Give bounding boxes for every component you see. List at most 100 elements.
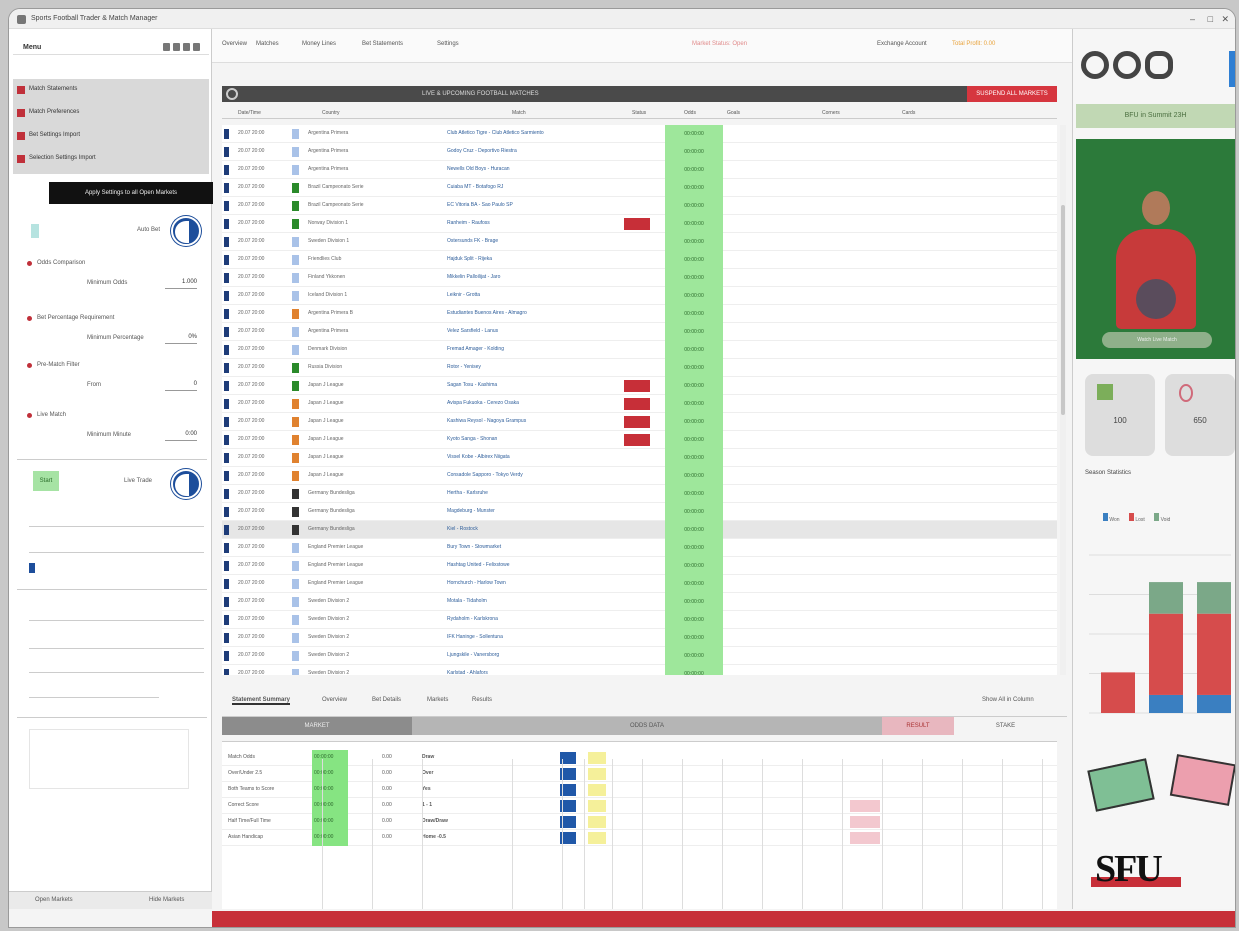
col-odds[interactable]: Odds: [684, 110, 696, 116]
col-goals[interactable]: Goals: [727, 110, 740, 116]
tab-bet-statements[interactable]: Bet Statements: [362, 41, 403, 47]
row-match[interactable]: Mikkelin Palloilijat - Jaro: [447, 274, 500, 280]
statement-row[interactable]: Match Odds 00:00:00 0.00 Draw: [222, 750, 1057, 766]
table-row[interactable]: 20.07 20:00 Argentina Primera Club Atletic…: [222, 125, 1057, 143]
row-match[interactable]: Bury Town - Stowmarket: [447, 544, 501, 550]
side-tab[interactable]: [1229, 51, 1235, 87]
col-match[interactable]: Match: [512, 110, 526, 116]
table-row[interactable]: 20.07 20:00 Argentina Primera Newells Old …: [222, 161, 1057, 179]
menu-item-selection-settings[interactable]: Selection Settings Import: [17, 152, 205, 166]
mode-dropdown[interactable]: [29, 539, 204, 553]
apply-settings-button[interactable]: Apply Settings to all Open Markets: [49, 182, 213, 204]
statement-row[interactable]: Correct Score 00:00:00 0.00 1 - 1: [222, 798, 1057, 814]
tab-statement-summary[interactable]: Statement Summary: [232, 697, 291, 705]
menu-item-match-statements[interactable]: Match Statements: [17, 83, 205, 97]
scroll-thumb[interactable]: [1061, 205, 1065, 415]
tab-bet-details[interactable]: Bet Details: [372, 697, 401, 703]
col-status[interactable]: Status: [632, 110, 646, 116]
tab-money-lines[interactable]: Money Lines: [302, 41, 336, 47]
table-row[interactable]: 20.07 20:00 Finland Ykkonen Mikkelin Pallo…: [222, 269, 1057, 287]
table-row[interactable]: 20.07 20:00 Japan J League Sagan Tosu - Ka…: [222, 377, 1057, 395]
row-match[interactable]: Rydaholm - Karlskrona: [447, 616, 498, 622]
row-match[interactable]: Club Atletico Tigre - Club Atletico Sarm…: [447, 130, 544, 136]
tab-results[interactable]: Results: [472, 697, 492, 703]
row-match[interactable]: Hornchurch - Harlow Town: [447, 580, 506, 586]
table-row[interactable]: 20.07 20:00 Sweden Division 2 Karlstad - A…: [222, 665, 1057, 675]
ticket-icon-pink[interactable]: [1169, 754, 1235, 806]
stat-card-1[interactable]: 100: [1085, 374, 1155, 456]
ticket-icon-green[interactable]: [1087, 758, 1155, 812]
grid-scrollbar[interactable]: [1060, 125, 1066, 675]
col-country[interactable]: Country: [322, 110, 340, 116]
list-icon[interactable]: [173, 43, 180, 51]
table-row[interactable]: 20.07 20:00 Norway Division 1 Ranheim - Ra…: [222, 215, 1057, 233]
odds-range-row[interactable]: [29, 635, 204, 649]
min-minute-input[interactable]: 0:00: [165, 431, 197, 441]
table-row[interactable]: 20.07 20:00 Japan J League Kashiwa Reysol …: [222, 413, 1057, 431]
score-row[interactable]: [29, 684, 159, 698]
row-match[interactable]: Cuiaba MT - Botafogo RJ: [447, 184, 503, 190]
row-match[interactable]: Kashiwa Reysol - Nagoya Grampus: [447, 418, 526, 424]
table-row[interactable]: 20.07 20:00 Argentina Primera Velez Sarsfi…: [222, 323, 1057, 341]
row-match[interactable]: EC Vitoria BA - Sao Paulo SP: [447, 202, 513, 208]
row-match[interactable]: Avispa Fukuoka - Cerezo Osaka: [447, 400, 519, 406]
selection-list[interactable]: [29, 729, 189, 789]
open-markets-button[interactable]: Open Markets: [35, 897, 73, 903]
grid-icon[interactable]: [163, 43, 170, 51]
table-row[interactable]: 20.07 20:00 Sweden Division 2 Rydaholm - K…: [222, 611, 1057, 629]
table-row[interactable]: 20.07 20:00 Germany Bundesliga Hertha - Ka…: [222, 485, 1057, 503]
table-row[interactable]: 20.07 20:00 England Premier League Hashtag…: [222, 557, 1057, 575]
menu-item-match-preferences[interactable]: Match Preferences: [17, 106, 205, 120]
table-row[interactable]: 20.07 20:00 Germany Bundesliga Kiel - Rost…: [222, 521, 1057, 539]
tab-settings[interactable]: Settings: [437, 41, 459, 47]
statement-row[interactable]: Asian Handicap 00:00:00 0.00 Home -0.5: [222, 830, 1057, 846]
menu-item-bet-settings[interactable]: Bet Settings Import: [17, 129, 205, 143]
tab-overview[interactable]: Overview: [222, 41, 247, 47]
row-match[interactable]: Ljungskile - Vanersborg: [447, 652, 499, 658]
stat-card-2[interactable]: 650: [1165, 374, 1235, 456]
show-all-columns[interactable]: Show All in Column: [982, 697, 1034, 703]
table-row[interactable]: 20.07 20:00 Sweden Division 1 Ostersunds F…: [222, 233, 1057, 251]
live-trade-toggle[interactable]: [171, 469, 201, 499]
prematch-from-input[interactable]: 0: [165, 381, 197, 391]
table-row[interactable]: 20.07 20:00 Brazil Campeonato Serie EC Vit…: [222, 197, 1057, 215]
table-row[interactable]: 20.07 20:00 Germany Bundesliga Magdeburg -…: [222, 503, 1057, 521]
volume-range-row[interactable]: [29, 659, 204, 673]
table-row[interactable]: 20.07 20:00 Sweden Division 2 IFK Haninge …: [222, 629, 1057, 647]
table-row[interactable]: 20.07 20:00 Friendlies Club Hajduk Split -…: [222, 251, 1057, 269]
time-range-row[interactable]: [29, 607, 204, 621]
row-match[interactable]: Consadole Sapporo - Tokyo Verdy: [447, 472, 523, 478]
print-icon[interactable]: [1145, 51, 1173, 79]
col-corners[interactable]: Corners: [822, 110, 840, 116]
start-button[interactable]: Start: [33, 471, 59, 491]
row-match[interactable]: Fremad Amager - Kolding: [447, 346, 504, 352]
row-match[interactable]: Karlstad - Ahlafors: [447, 670, 488, 675]
hide-markets-button[interactable]: Hide Markets: [149, 897, 184, 903]
table-row[interactable]: 20.07 20:00 Japan J League Consadole Sappo…: [222, 467, 1057, 485]
refresh-icon[interactable]: [226, 88, 238, 100]
row-match[interactable]: Sagan Tosu - Kashima: [447, 382, 497, 388]
table-row[interactable]: 20.07 20:00 Russia Division Rotor - Yenise…: [222, 359, 1057, 377]
row-match[interactable]: Magdeburg - Munster: [447, 508, 495, 514]
row-match[interactable]: Leiknir - Grotta: [447, 292, 480, 298]
stake-dropdown[interactable]: [29, 513, 204, 527]
table-row[interactable]: 20.07 20:00 Iceland Division 1 Leiknir - G…: [222, 287, 1057, 305]
row-match[interactable]: Newells Old Boys - Huracan: [447, 166, 510, 172]
minimize-icon[interactable]: –: [1190, 14, 1195, 24]
lock-icon[interactable]: [193, 43, 200, 51]
row-match[interactable]: Estudiantes Buenos Aires - Almagro: [447, 310, 527, 316]
table-row[interactable]: 20.07 20:00 Sweden Division 2 Ljungskile -…: [222, 647, 1057, 665]
min-percentage-input[interactable]: 0%: [165, 334, 197, 344]
row-match[interactable]: Motala - Tidaholm: [447, 598, 487, 604]
promo-banner[interactable]: BFU in Summit 23H: [1076, 104, 1235, 128]
row-match[interactable]: Hashtag United - Felixstowe: [447, 562, 510, 568]
circle-icon[interactable]: [1081, 51, 1109, 79]
row-match[interactable]: Hertha - Karlsruhe: [447, 490, 488, 496]
tab-bottom-overview[interactable]: Overview: [322, 697, 347, 703]
table-row[interactable]: 20.07 20:00 Japan J League Kyoto Sanga - S…: [222, 431, 1057, 449]
statement-row[interactable]: Over/Under 2.5 00:00:00 0.00 Over: [222, 766, 1057, 782]
row-match[interactable]: Velez Sarsfield - Lanus: [447, 328, 498, 334]
col-cards[interactable]: Cards: [902, 110, 915, 116]
table-row[interactable]: 20.07 20:00 Denmark Division Fremad Amager…: [222, 341, 1057, 359]
row-match[interactable]: Hajduk Split - Rijeka: [447, 256, 492, 262]
